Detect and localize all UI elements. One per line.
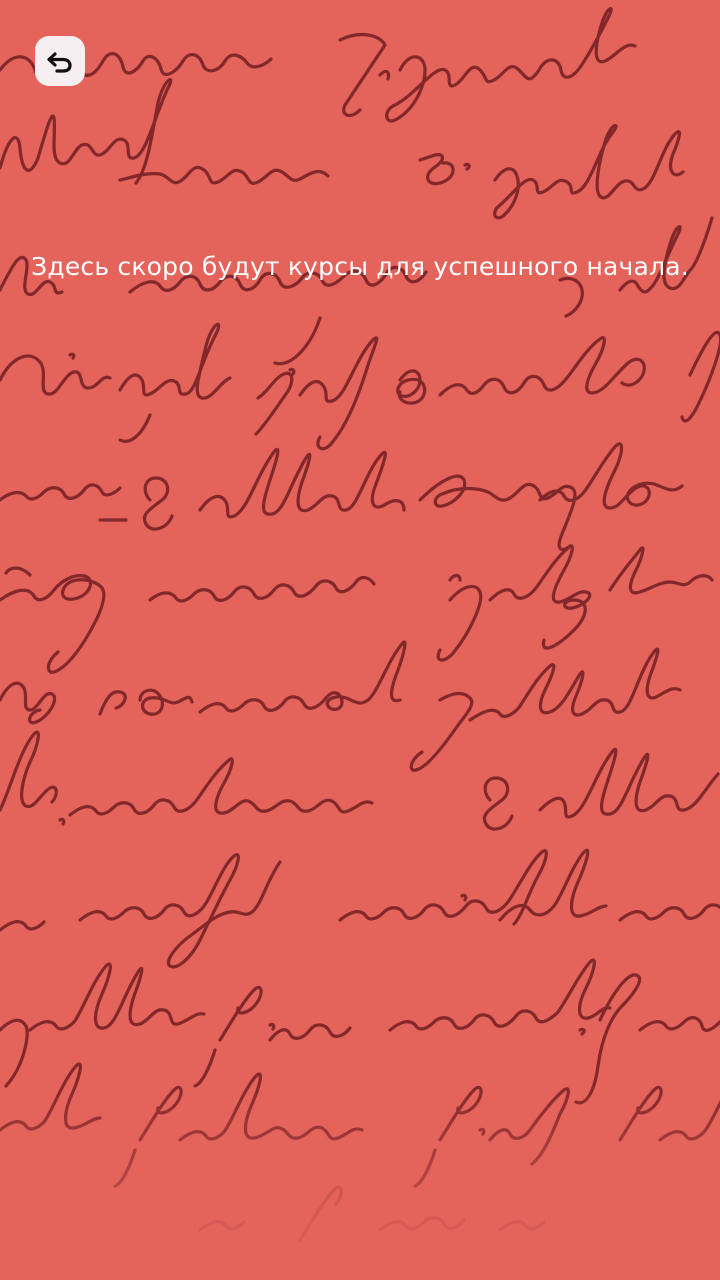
coming-soon-message: Здесь скоро будут курсы для успешного на… (31, 252, 689, 281)
bottom-fade-overlay (0, 1080, 720, 1280)
undo-arrow-icon (47, 52, 72, 73)
back-button[interactable] (35, 36, 85, 86)
